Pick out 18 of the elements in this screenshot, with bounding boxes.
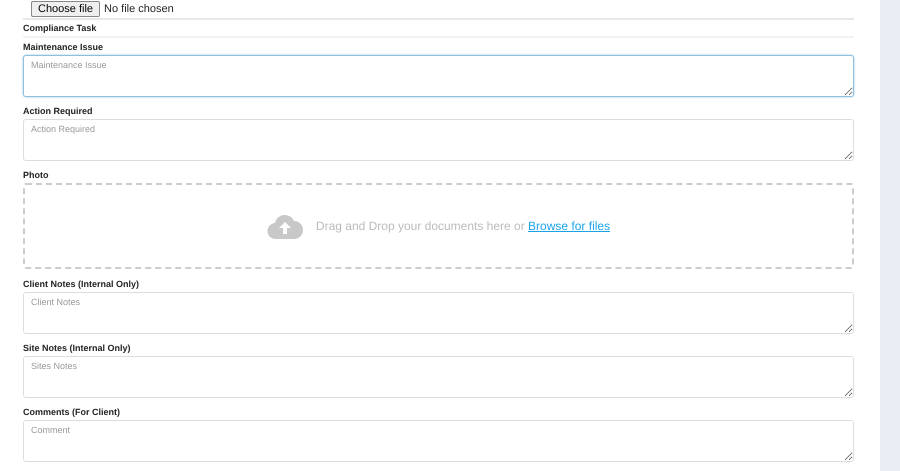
- cloud-upload-icon: [266, 213, 303, 239]
- text-area[interactable]: Sites Notes: [23, 356, 854, 398]
- section-title: Compliance Task: [23, 20, 854, 38]
- browse-link[interactable]: Browse for files: [528, 219, 610, 233]
- file-status: No file chosen: [104, 2, 174, 14]
- field-label: Client Notes (Internal Only): [23, 279, 140, 289]
- field-label: Action Required: [23, 106, 94, 116]
- drop-instructions: Drag and Drop your documents here or Browse for files: [316, 219, 610, 233]
- drop-zone[interactable]: Drag and Drop your documents here or Browse for files: [23, 183, 854, 269]
- field-label: Comments (For Client): [23, 407, 122, 417]
- text-area[interactable]: Client Notes: [23, 292, 854, 334]
- text-area[interactable]: Maintenance Issue: [23, 55, 854, 97]
- field-label: Photo: [23, 170, 50, 180]
- field-label: Site Notes (Internal Only): [23, 343, 132, 353]
- text-area[interactable]: Action Required: [23, 119, 854, 161]
- text-area[interactable]: Comment: [23, 420, 854, 462]
- choose-file-button[interactable]: Choose file: [31, 0, 100, 16]
- field-label: Maintenance Issue: [23, 42, 104, 52]
